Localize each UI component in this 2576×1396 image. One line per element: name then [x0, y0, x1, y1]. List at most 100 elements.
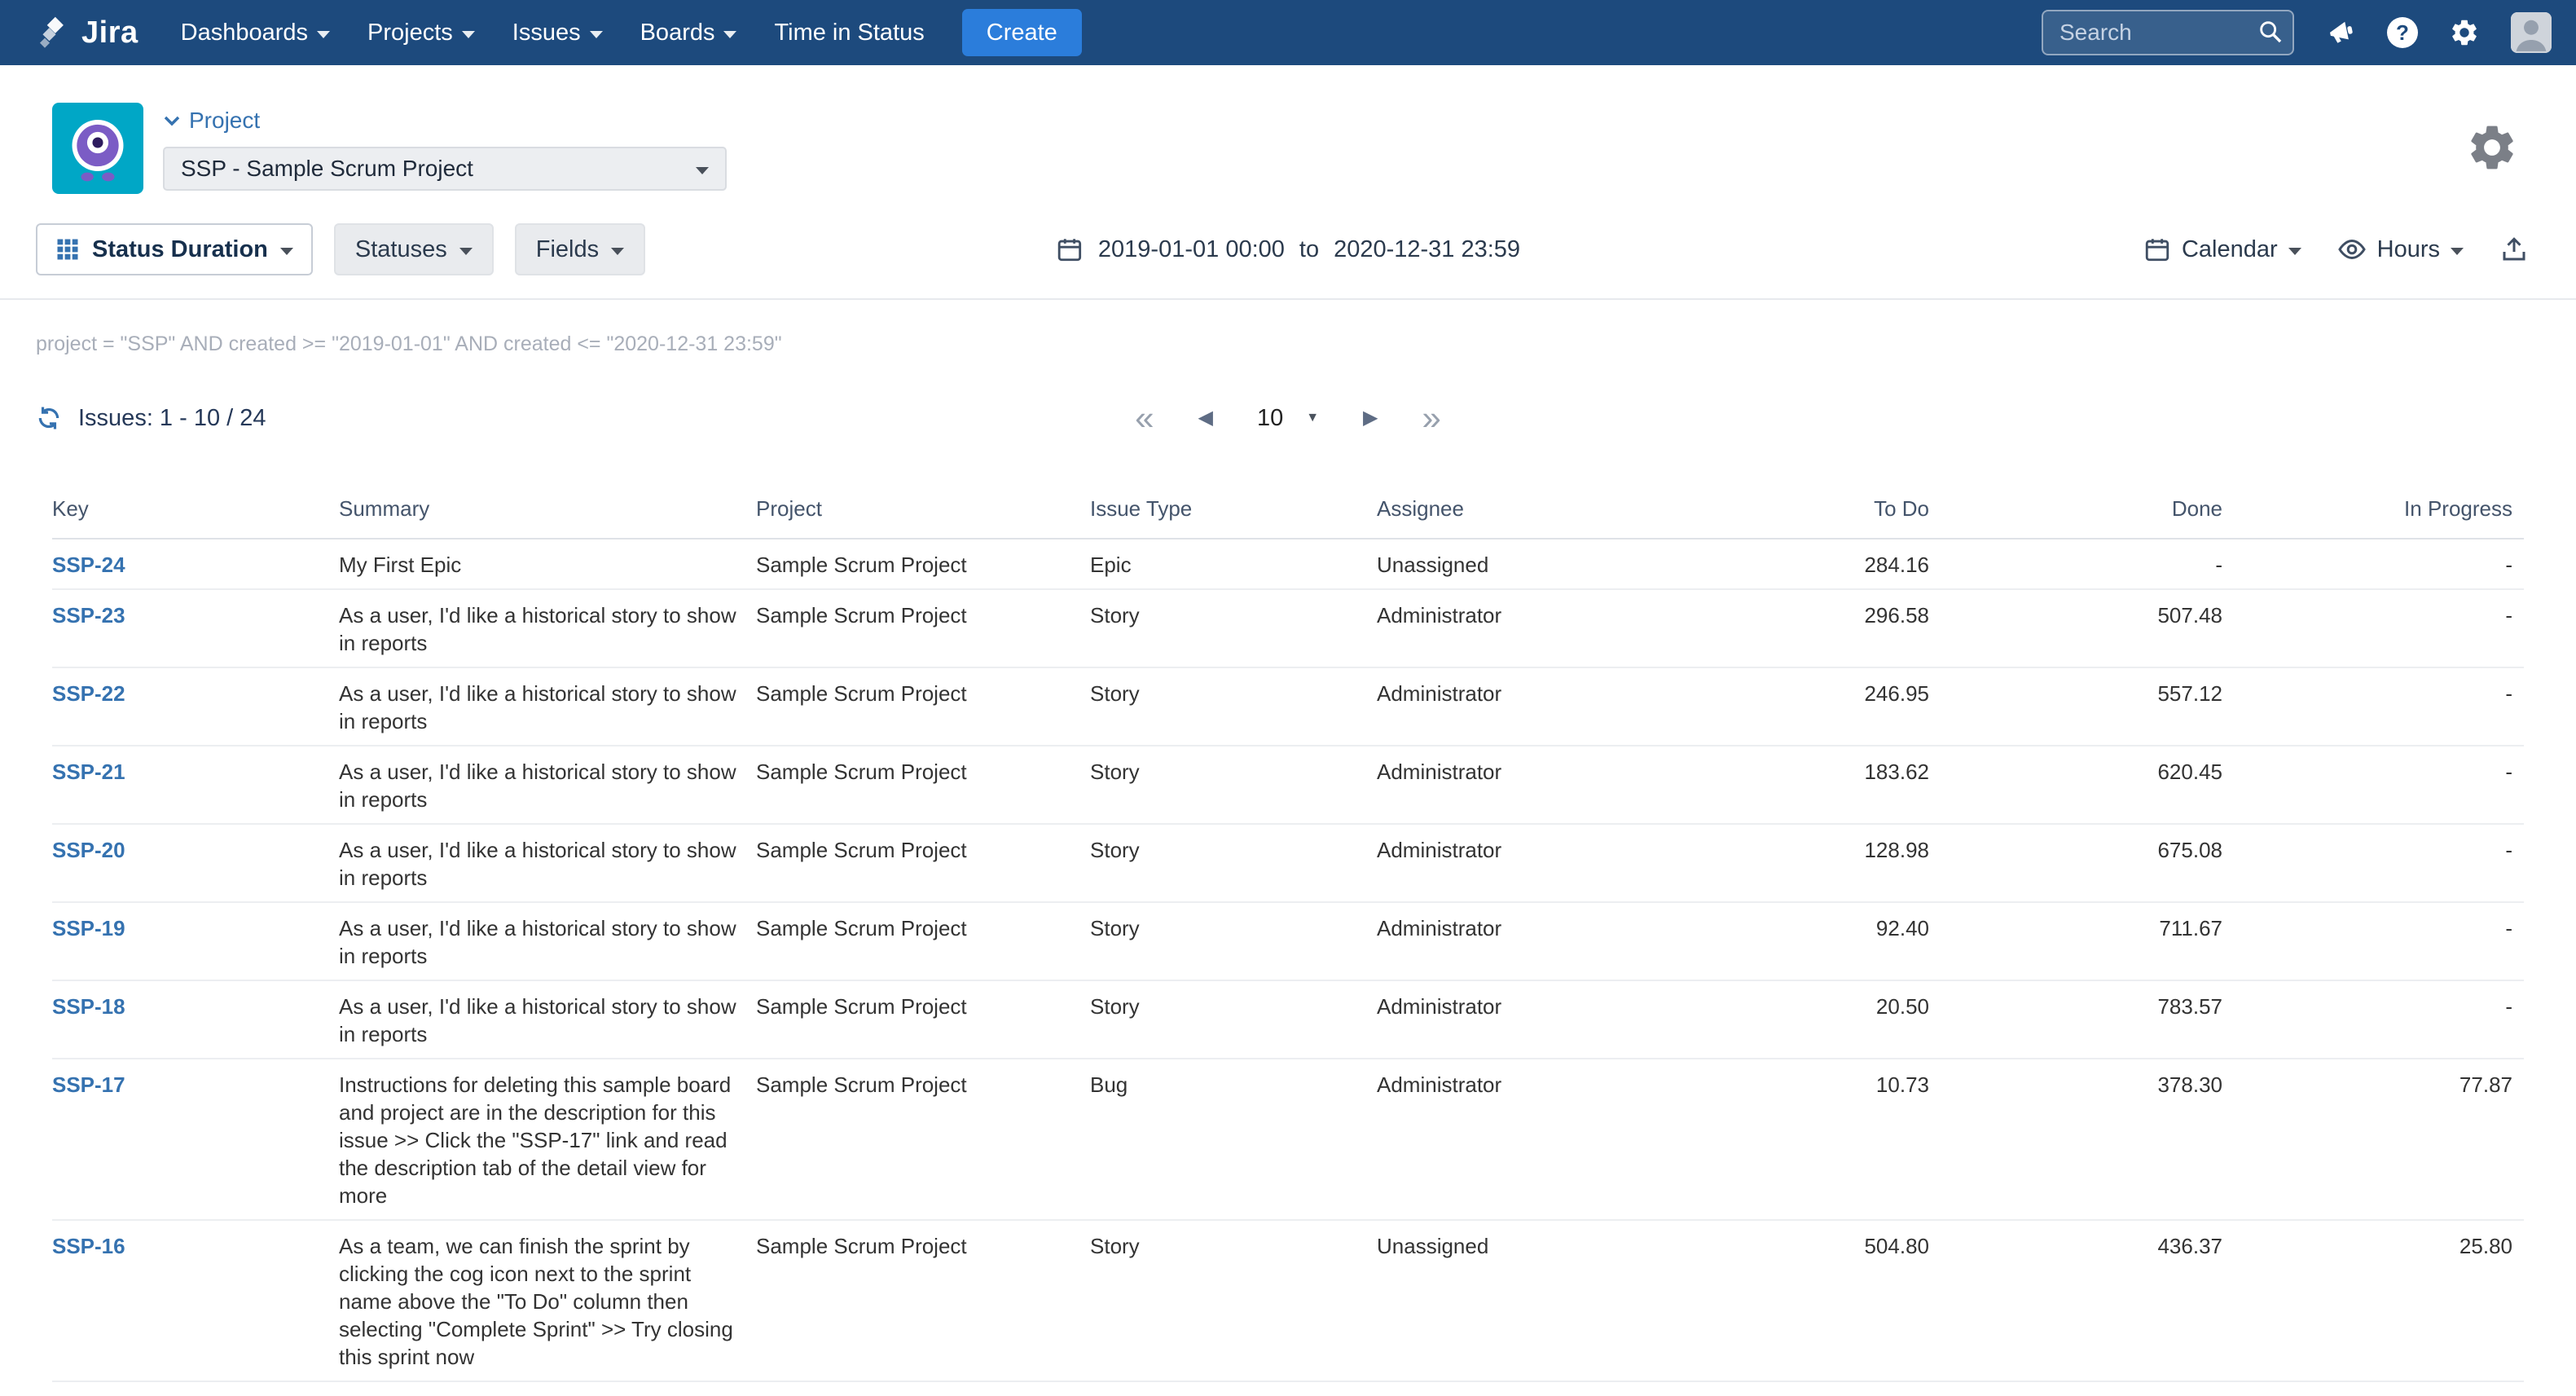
page-size-select[interactable]: 10 ▼	[1257, 405, 1319, 432]
jira-home-link[interactable]: Jira	[36, 15, 138, 51]
nav-item-dashboards[interactable]: Dashboards	[181, 20, 330, 46]
jira-logo-icon	[36, 15, 72, 51]
issue-key-cell: SSP-16	[52, 1220, 339, 1381]
todo-cell: 10.73	[1646, 1059, 1941, 1220]
chevron-down-icon	[590, 31, 603, 38]
column-header-summary[interactable]: Summary	[339, 478, 756, 539]
done-cell: 711.67	[1941, 902, 2234, 980]
done-cell: 507.48	[1941, 589, 2234, 667]
column-header-done[interactable]: Done	[1941, 478, 2234, 539]
issues-table: KeySummaryProjectIssue TypeAssigneeTo Do…	[52, 478, 2524, 1382]
nav-item-projects[interactable]: Projects	[367, 20, 475, 46]
summary-cell: As a user, I'd like a historical story t…	[339, 902, 756, 980]
statuses-button[interactable]: Statuses	[334, 223, 494, 275]
export-button[interactable]	[2499, 235, 2529, 264]
column-header-project[interactable]: Project	[756, 478, 1090, 539]
table-header-row: KeySummaryProjectIssue TypeAssigneeTo Do…	[52, 478, 2524, 539]
next-page-button[interactable]: ▶	[1363, 408, 1378, 428]
issue-key-cell: SSP-24	[52, 539, 339, 589]
summary-cell: As a team, we can finish the sprint by c…	[339, 1220, 756, 1381]
calendar-dropdown[interactable]: Calendar	[2143, 236, 2301, 263]
nav-item-label: Issues	[512, 20, 581, 46]
issue-key-link[interactable]: SSP-23	[52, 603, 125, 628]
issue-key-link[interactable]: SSP-20	[52, 838, 125, 862]
issue-key-link[interactable]: SSP-17	[52, 1072, 125, 1097]
prev-page-button[interactable]: ◀	[1198, 408, 1212, 428]
column-header-assignee[interactable]: Assignee	[1377, 478, 1646, 539]
issue-type-cell: Story	[1090, 980, 1377, 1059]
done-cell: 436.37	[1941, 1220, 2234, 1381]
issue-key-link[interactable]: SSP-24	[52, 553, 125, 577]
nav-item-boards[interactable]: Boards	[640, 20, 737, 46]
project-select[interactable]: SSP - Sample Scrum Project	[163, 147, 727, 191]
project-cell: Sample Scrum Project	[756, 589, 1090, 667]
brand-text: Jira	[81, 15, 138, 51]
project-section-toggle[interactable]: Project	[163, 108, 727, 134]
issue-row: SSP-16 As a team, we can finish the sprin…	[52, 1220, 2524, 1381]
search-icon[interactable]	[2257, 18, 2284, 46]
summary-cell: As a user, I'd like a historical story t…	[339, 980, 756, 1059]
done-cell: 783.57	[1941, 980, 2234, 1059]
assignee-cell: Administrator	[1377, 667, 1646, 746]
calendar-dropdown-label: Calendar	[2182, 236, 2278, 263]
eye-icon	[2337, 235, 2367, 264]
issue-key-link[interactable]: SSP-18	[52, 994, 125, 1019]
fields-button[interactable]: Fields	[515, 223, 645, 275]
done-cell: 620.45	[1941, 746, 2234, 824]
chevron-down-icon	[280, 248, 293, 255]
project-cell: Sample Scrum Project	[756, 746, 1090, 824]
column-header-issue-type[interactable]: Issue Type	[1090, 478, 1377, 539]
column-header-in-progress[interactable]: In Progress	[2234, 478, 2524, 539]
chevron-down-icon	[2451, 248, 2464, 255]
last-page-button[interactable]: »	[1422, 401, 1441, 435]
issue-row: SSP-18 As a user, I'd like a historical s…	[52, 980, 2524, 1059]
project-cell: Sample Scrum Project	[756, 980, 1090, 1059]
hours-dropdown[interactable]: Hours	[2337, 235, 2464, 264]
refresh-icon[interactable]	[36, 405, 62, 431]
issue-key-link[interactable]: SSP-16	[52, 1234, 125, 1258]
report-settings-gear-icon[interactable]	[2465, 121, 2519, 194]
create-button[interactable]: Create	[962, 9, 1082, 56]
issue-type-cell: Story	[1090, 824, 1377, 902]
statuses-label: Statuses	[355, 236, 447, 263]
chevron-down-icon	[611, 248, 624, 255]
issue-key-link[interactable]: SSP-22	[52, 681, 125, 706]
column-header-to-do[interactable]: To Do	[1646, 478, 1941, 539]
issue-key-cell: SSP-18	[52, 980, 339, 1059]
project-cell: Sample Scrum Project	[756, 1059, 1090, 1220]
page-header: Project SSP - Sample Scrum Project	[0, 65, 2576, 300]
user-avatar[interactable]	[2511, 12, 2552, 53]
primary-nav: Dashboards Projects Issues Boards Time in St…	[181, 20, 925, 46]
nav-item-time-in-status[interactable]: Time in Status	[774, 20, 924, 46]
project-cell: Sample Scrum Project	[756, 824, 1090, 902]
todo-cell: 183.62	[1646, 746, 1941, 824]
column-header-key[interactable]: Key	[52, 478, 339, 539]
issue-key-cell: SSP-22	[52, 667, 339, 746]
nav-item-issues[interactable]: Issues	[512, 20, 603, 46]
first-page-button[interactable]: «	[1135, 401, 1154, 435]
export-icon	[2499, 235, 2529, 264]
todo-cell: 284.16	[1646, 539, 1941, 589]
chevron-down-icon	[163, 114, 181, 127]
issue-key-link[interactable]: SSP-19	[52, 916, 125, 940]
issues-count: Issues: 1 - 10 / 24	[36, 394, 266, 443]
report-type-button[interactable]: Status Duration	[36, 223, 313, 275]
date-range[interactable]: 2019-01-01 00:00 to 2020-12-31 23:59	[1056, 236, 1520, 263]
help-icon[interactable]: ?	[2387, 17, 2418, 48]
search-box	[2042, 10, 2294, 55]
chevron-down-icon	[462, 31, 475, 38]
done-cell: 557.12	[1941, 667, 2234, 746]
feedback-megaphone-icon[interactable]	[2322, 14, 2358, 51]
chevron-down-icon	[2288, 248, 2301, 255]
issue-key-cell: SSP-23	[52, 589, 339, 667]
top-navigation: Jira Dashboards Projects Issues Boards Time …	[0, 0, 2576, 65]
summary-cell: My First Epic	[339, 539, 756, 589]
issue-row: SSP-24My First EpicSample Scrum ProjectE…	[52, 539, 2524, 589]
chevron-down-icon	[459, 248, 473, 255]
fields-label: Fields	[536, 236, 599, 263]
settings-gear-icon[interactable]	[2449, 17, 2480, 48]
issue-key-link[interactable]: SSP-21	[52, 760, 125, 784]
nav-item-label: Boards	[640, 20, 715, 46]
issue-row: SSP-22 As a user, I'd like a historical s…	[52, 667, 2524, 746]
summary-cell: As a user, I'd like a historical story t…	[339, 667, 756, 746]
